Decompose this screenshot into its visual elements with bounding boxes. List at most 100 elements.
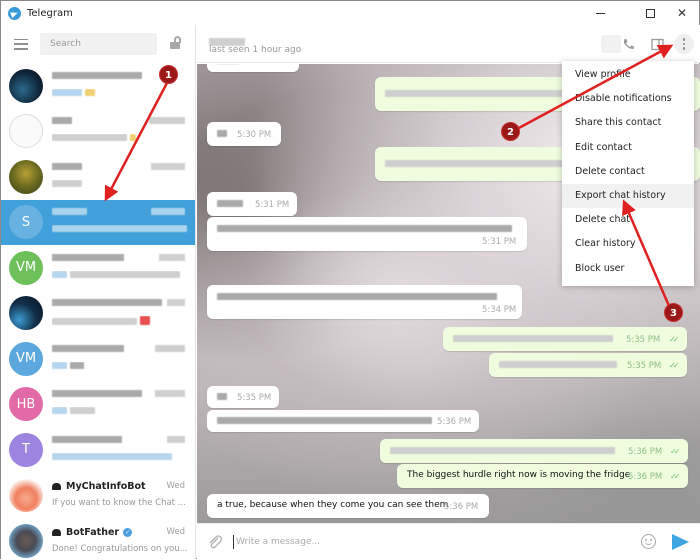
message-text	[217, 64, 239, 67]
message-incoming: 5:35 PM	[207, 386, 279, 408]
read-checkmarks-icon: ✓✓	[670, 447, 681, 456]
attach-paperclip-icon[interactable]	[207, 534, 223, 550]
menu-item-block-user[interactable]: Block user	[562, 257, 694, 281]
chat-name	[52, 208, 87, 216]
chat-time	[151, 208, 185, 218]
message-incoming: 5:31 PM	[207, 217, 527, 251]
message-time: 5:35 PM	[626, 335, 661, 345]
chat-name	[52, 435, 122, 443]
maximize-button[interactable]	[633, 1, 667, 25]
message-time: 5:34 PM	[482, 305, 517, 315]
avatar	[9, 68, 43, 103]
menu-item-delete-chat[interactable]: Delete chat	[562, 208, 694, 232]
chat-time	[159, 253, 185, 264]
chat-time	[167, 435, 185, 446]
phone-icon[interactable]	[619, 35, 637, 53]
chat-list-item[interactable]	[1, 291, 195, 337]
chat-preview	[52, 179, 192, 190]
read-checkmarks-icon: ✓✓	[670, 472, 681, 481]
menu-item-disable-notifications[interactable]: Disable notifications	[562, 87, 694, 111]
menu-hamburger-icon[interactable]	[14, 38, 28, 50]
sidebar-header: Search	[1, 25, 195, 63]
avatar: VM	[9, 341, 43, 376]
chat-time: Wed	[166, 481, 185, 492]
message-outgoing: 5:35 PM ✓✓	[443, 327, 687, 351]
emoji-icon[interactable]	[641, 534, 656, 549]
message-incoming: 5:31 PM	[207, 192, 297, 216]
menu-item-clear-history[interactable]: Clear history	[562, 232, 694, 256]
search-icon[interactable]	[601, 35, 621, 53]
chat-preview	[52, 361, 192, 372]
chat-list-item-botfather[interactable]: BotFather ✓ Wed Done! Congratulations on …	[1, 518, 195, 559]
message-text	[217, 417, 432, 427]
chat-preview	[52, 88, 192, 99]
close-icon: ✕	[676, 6, 688, 20]
message-input[interactable]: Write a message...	[233, 535, 633, 549]
side-panel-icon[interactable]	[648, 35, 666, 53]
menu-item-view-profile[interactable]: View profile	[562, 63, 694, 87]
chat-list-item[interactable]	[1, 154, 195, 200]
message-time: 5:29 PM	[265, 64, 299, 66]
message-composer: Write a message...	[197, 523, 700, 559]
annotation-badge-3: 3	[664, 303, 683, 322]
chat-list-item[interactable]	[1, 109, 195, 155]
avatar	[9, 478, 43, 513]
chat-list-item-mychatinfobot[interactable]: MyChatInfoBot Wed If you want to know th…	[1, 473, 195, 519]
chat-list-item[interactable]: VM	[1, 245, 195, 291]
chat-list-item-active[interactable]: S	[1, 199, 195, 245]
message-time: 5:35 PM	[627, 361, 662, 371]
close-button[interactable]: ✕	[665, 1, 699, 25]
chat-list-item[interactable]: HB	[1, 382, 195, 428]
message-text	[217, 293, 497, 303]
avatar	[9, 296, 43, 331]
chat-list-item[interactable]: VM	[1, 336, 195, 382]
chat-list-item[interactable]: T	[1, 427, 195, 473]
chat-name	[52, 253, 124, 261]
menu-item-delete-contact[interactable]: Delete contact	[562, 160, 694, 184]
read-checkmarks-icon: ✓✓	[669, 361, 680, 370]
message-incoming: 5:30 PM	[207, 122, 281, 146]
message-text	[390, 447, 615, 457]
message-time: 5:30 PM	[237, 130, 272, 140]
chat-preview: Done! Congratulations on you...	[52, 543, 188, 554]
chat-time	[155, 390, 185, 400]
telegram-window: Telegram ✕ Search S VM VM HB T MyChatInf…	[0, 0, 700, 559]
search-input[interactable]: Search	[40, 33, 157, 55]
menu-item-edit-contact[interactable]: Edit contact	[562, 136, 694, 160]
message-text	[453, 335, 613, 345]
message-outgoing: 5:36 PM ✓✓	[380, 439, 688, 463]
message-time: 5:36 PM	[628, 447, 663, 457]
message-text	[217, 225, 512, 235]
last-seen-status: last seen 1 hour ago	[209, 45, 302, 55]
avatar-initials: HB	[16, 396, 36, 412]
chat-time	[151, 162, 185, 173]
chat-name	[52, 71, 142, 79]
chat-name	[52, 162, 82, 170]
chat-name: BotFather ✓	[52, 527, 133, 538]
avatar: T	[9, 432, 43, 467]
avatar-initials: VM	[15, 260, 37, 276]
message-time: 5:31 PM	[482, 237, 517, 247]
unlock-icon[interactable]	[170, 36, 181, 49]
chat-preview	[52, 225, 192, 235]
minimize-button[interactable]	[583, 1, 617, 25]
send-icon[interactable]	[672, 534, 689, 550]
more-vertical-icon[interactable]	[674, 34, 694, 54]
chat-options-menu: View profile Disable notifications Share…	[562, 61, 694, 286]
avatar: VM	[9, 250, 43, 285]
chat-name	[52, 390, 142, 398]
chat-time	[149, 117, 185, 127]
chat-preview	[52, 270, 192, 281]
annotation-badge-1: 1	[159, 65, 178, 84]
chat-time: Wed	[166, 526, 185, 537]
chat-header: last seen 1 hour ago	[197, 25, 700, 63]
message-time: 5:35 PM	[237, 393, 272, 403]
read-checkmarks-icon: ✓✓	[669, 335, 680, 344]
menu-item-share-contact[interactable]: Share this contact	[562, 111, 694, 135]
chat-name: MyChatInfoBot	[52, 481, 146, 492]
menu-item-export-chat-history[interactable]: Export chat history	[562, 183, 694, 209]
message-time: 5:36 PM	[444, 502, 479, 512]
avatar-initials: T	[22, 442, 30, 458]
message-incoming: 5:34 PM	[207, 285, 522, 319]
message-time: 5:36 PM	[437, 417, 472, 427]
